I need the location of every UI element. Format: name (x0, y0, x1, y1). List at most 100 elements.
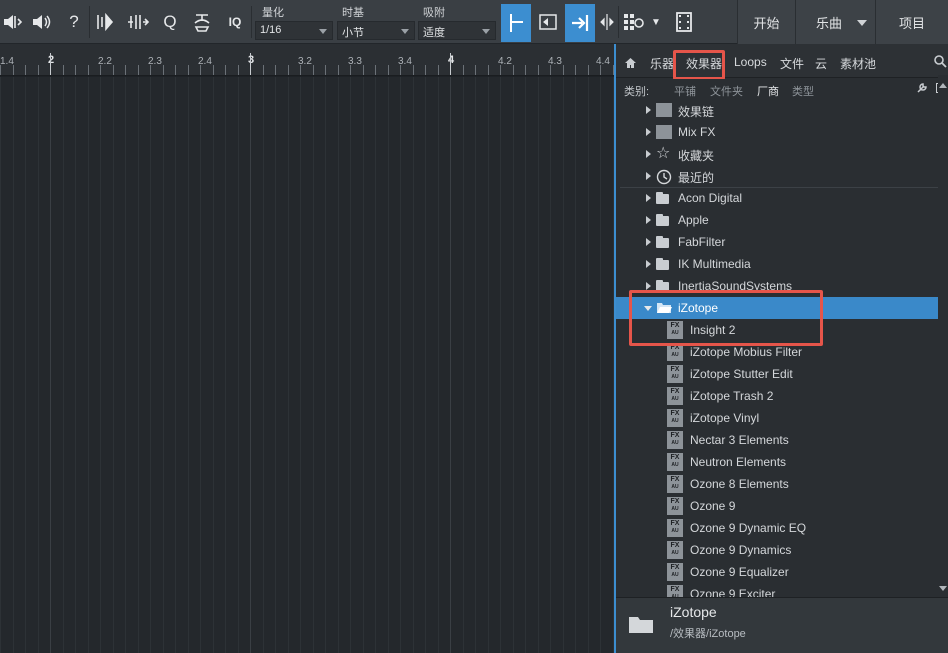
wrench-icon[interactable] (916, 82, 928, 97)
split-icon[interactable] (93, 9, 119, 35)
timebase-dropdown[interactable]: 小节 (337, 21, 415, 40)
ruler-tick (275, 65, 276, 75)
fx-icon-bottom: AU (671, 484, 679, 490)
tree-item-vendor[interactable]: FabFilter (616, 231, 938, 253)
mixfx-icon (656, 125, 672, 139)
fx-icon-top: FX (670, 586, 680, 593)
scroll-down-icon[interactable] (939, 586, 947, 591)
chevron-right-icon[interactable] (646, 216, 651, 224)
tree-item-plugin[interactable]: FX AU iZotope Stutter Edit (616, 363, 938, 385)
help-icon[interactable]: ? (61, 9, 87, 35)
ruler-tick (287, 65, 289, 75)
ruler-tick (250, 53, 251, 75)
chevron-down-icon[interactable]: ▼ (648, 9, 664, 35)
ruler-tick (387, 65, 389, 75)
bend-icon[interactable] (125, 9, 151, 35)
tree-item-plugin[interactable]: FX AU Nectar 3 Elements (616, 429, 938, 451)
chevron-right-icon[interactable] (646, 282, 651, 290)
speaker-icon[interactable] (28, 9, 54, 35)
tree-item-label: Mix FX (678, 125, 716, 139)
chevron-right-icon[interactable] (646, 106, 651, 114)
search-icon[interactable] (934, 55, 947, 73)
fx-icon-top: FX (670, 542, 680, 549)
film-icon[interactable] (671, 9, 697, 35)
q-icon[interactable]: Q (157, 9, 183, 35)
tab-files[interactable]: 文件 (780, 55, 804, 72)
expand-icon[interactable] (594, 9, 620, 35)
chevron-right-icon[interactable] (646, 260, 651, 268)
iq-label[interactable]: IQ (222, 9, 248, 35)
timeline-ruler[interactable]: 1.4 2 2.2 2.3 2.4 3 3.2 3.3 3.4 4 4.2 4.… (0, 44, 614, 76)
tree-item-label: iZotope Mobius Filter (690, 345, 803, 359)
category-flat[interactable]: 平铺 (674, 83, 696, 99)
folder-icon (656, 236, 669, 248)
snap-right-icon[interactable] (565, 4, 595, 42)
chevron-right-icon[interactable] (646, 172, 651, 180)
start-button[interactable]: 开始 (737, 0, 795, 44)
tree-item-plugin[interactable]: FX AU iZotope Vinyl (616, 407, 938, 429)
tab-loops[interactable]: Loops (734, 55, 767, 69)
arrangement-track-area[interactable] (0, 77, 614, 653)
chevron-right-icon[interactable] (646, 128, 651, 136)
daw-window: ? Q IQ 量化 1/16 时基 小节 吸附 适度 ▼ 开始 乐曲 项目 1.… (0, 0, 948, 653)
tab-cloud[interactable]: 云 (815, 55, 827, 72)
chevron-right-icon[interactable] (646, 194, 651, 202)
scroll-up-icon[interactable] (939, 83, 947, 88)
grid-line (0, 77, 1, 653)
tree-item-vendor[interactable]: Apple (616, 209, 938, 231)
ruler-tick (175, 65, 176, 75)
quantize-dropdown[interactable]: 1/16 (255, 21, 333, 40)
speaker-split-icon[interactable] (0, 9, 26, 35)
ruler-tick (12, 65, 14, 75)
snap-dropdown[interactable]: 适度 (418, 21, 496, 40)
snap-to-grid-button[interactable] (501, 4, 531, 42)
fx-icon-bottom: AU (671, 440, 679, 446)
tree-item-favorites[interactable]: ☆ 收藏夹 (616, 143, 938, 165)
info-title: iZotope (670, 604, 717, 620)
tree-item-plugin[interactable]: FX AU Ozone 9 (616, 495, 938, 517)
metronome-icon[interactable] (189, 9, 215, 35)
tree-item-plugin[interactable]: FX AU Ozone 9 Dynamics (616, 539, 938, 561)
tree-item-plugin[interactable]: FX AU Ozone 8 Elements (616, 473, 938, 495)
ruler-tick (450, 53, 451, 75)
tree-item-recent[interactable]: 最近的 (616, 165, 938, 187)
loop-icon[interactable] (535, 9, 561, 35)
tree-item-mixfx[interactable]: Mix FX (616, 121, 938, 143)
scrollbar[interactable] (938, 75, 948, 599)
tree-item-plugin[interactable]: FX AU iZotope Trash 2 (616, 385, 938, 407)
ruler-tick (337, 65, 339, 75)
fx-icon-top: FX (670, 454, 680, 461)
grid-line (150, 77, 151, 653)
grid-line (287, 77, 289, 653)
category-type[interactable]: 类型 (792, 83, 814, 99)
song-button-label: 乐曲 (816, 15, 843, 31)
tree-item-vendor[interactable]: IK Multimedia (616, 253, 938, 275)
fx-icon-bottom: AU (671, 374, 679, 380)
tab-instruments[interactable]: 乐器 (650, 55, 674, 72)
fx-icon-top: FX (670, 388, 680, 395)
tree-item-fxchain[interactable]: 效果链 (616, 99, 938, 121)
tab-pool[interactable]: 素材池 (840, 55, 876, 72)
fx-plugin-icon: FXAU (667, 409, 683, 427)
grid-icon[interactable] (621, 9, 647, 35)
tree-item-vendor[interactable]: Acon Digital (616, 187, 938, 209)
tree-item-label: FabFilter (678, 235, 726, 249)
fx-plugin-icon: FXAU (667, 431, 683, 449)
grid-line (437, 77, 439, 653)
tree-item-plugin[interactable]: FX AU Ozone 9 Equalizer (616, 561, 938, 583)
chevron-right-icon[interactable] (646, 150, 651, 158)
izotope-highlight (629, 290, 823, 346)
home-icon[interactable] (624, 56, 637, 74)
category-vendor[interactable]: 厂商 (757, 83, 779, 99)
grid-line (62, 77, 64, 653)
project-button[interactable]: 项目 (875, 0, 948, 44)
ruler-tick (125, 65, 126, 75)
song-button[interactable]: 乐曲 (795, 0, 875, 44)
tree-item-plugin[interactable]: FX AU Ozone 9 Dynamic EQ (616, 517, 938, 539)
fx-plugin-icon: FXAU (667, 541, 683, 559)
category-folder[interactable]: 文件夹 (710, 83, 743, 99)
ruler-tick (262, 65, 264, 75)
tree-item-plugin[interactable]: FX AU Neutron Elements (616, 451, 938, 473)
chevron-right-icon[interactable] (646, 238, 651, 246)
grid-line (487, 77, 489, 653)
